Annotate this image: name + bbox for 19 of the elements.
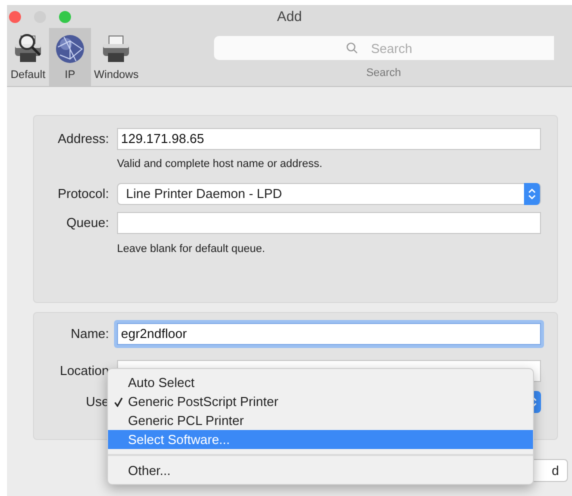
field-label: Name: — [70, 324, 109, 343]
text-field[interactable]: 129.171.98.65 — [117, 128, 541, 150]
field-label: Address: — [56, 130, 109, 148]
menu-item[interactable]: Generic PostScript Printer — [108, 392, 533, 411]
window-title: Add — [277, 7, 302, 26]
field-hint: Valid and complete host name or address. — [117, 157, 324, 172]
field-label: Queue: — [65, 214, 109, 232]
field-hint: Leave blank for default queue. — [117, 242, 266, 256]
toolbar-tab[interactable]: IP — [49, 28, 91, 86]
field-label: Protocol: — [56, 185, 109, 204]
toolbar-tab[interactable]: Windows — [91, 28, 142, 86]
text-field[interactable]: egr2ndfloor — [117, 322, 541, 344]
menu-item[interactable]: Auto Select — [108, 373, 533, 392]
search-field[interactable]: Search — [214, 36, 554, 60]
toolbar-tab[interactable]: Default — [7, 28, 49, 86]
menu-item[interactable]: Generic PCL Printer — [108, 411, 533, 430]
popup-button[interactable]: Line Printer Daemon - LPD — [117, 183, 541, 205]
search-label: Search — [366, 66, 402, 81]
field-label: Location — [58, 362, 109, 380]
